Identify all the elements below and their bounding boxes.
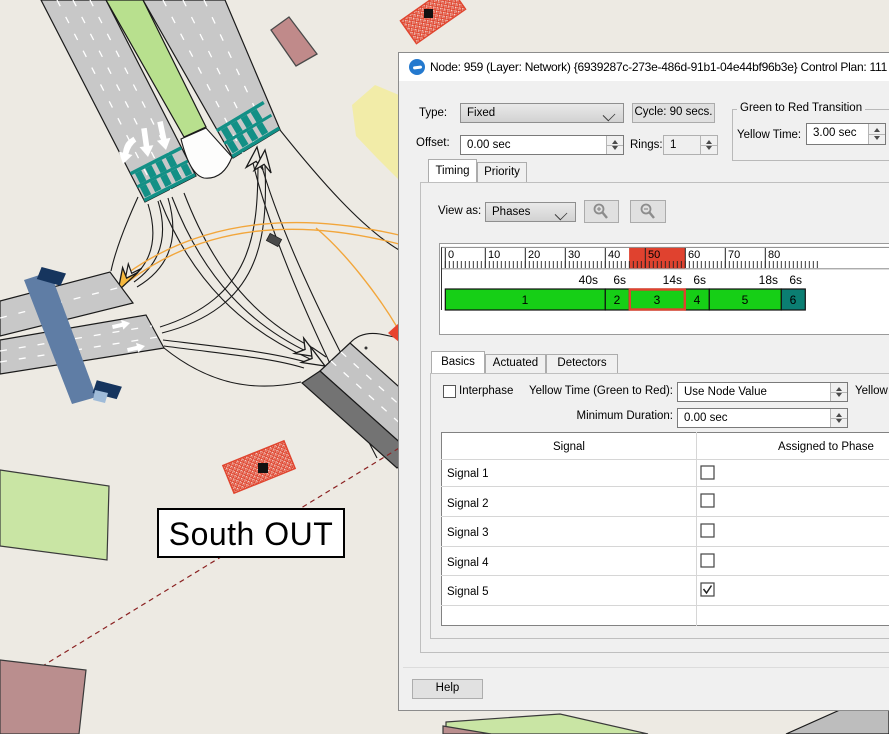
svg-text:Signal 1: Signal 1 (447, 468, 489, 480)
svg-text:10: 10 (488, 249, 500, 261)
svg-text:6s: 6s (789, 273, 802, 287)
svg-text:40: 40 (608, 249, 620, 261)
svg-text:Signal 3: Signal 3 (447, 527, 489, 539)
svg-text:4: 4 (694, 293, 701, 307)
svg-text:South OUT: South OUT (169, 516, 334, 552)
svg-text:80: 80 (768, 249, 780, 261)
svg-text:70: 70 (728, 249, 740, 261)
svg-text:14s: 14s (663, 273, 682, 287)
svg-text:5: 5 (742, 293, 749, 307)
svg-text:6s: 6s (613, 273, 626, 287)
svg-text:Signal 4: Signal 4 (447, 557, 489, 569)
svg-text:2: 2 (614, 293, 621, 307)
svg-text:Signal 2: Signal 2 (447, 498, 489, 510)
svg-text:20: 20 (528, 249, 540, 261)
svg-text:0: 0 (448, 249, 454, 261)
svg-text:60: 60 (688, 249, 700, 261)
svg-text:3: 3 (654, 293, 661, 307)
svg-text:18s: 18s (759, 273, 778, 287)
svg-text:Signal: Signal (553, 441, 585, 453)
svg-text:40s: 40s (579, 273, 598, 287)
svg-text:6: 6 (790, 293, 797, 307)
svg-text:Signal 5: Signal 5 (447, 586, 489, 598)
svg-text:1: 1 (522, 293, 529, 307)
svg-text:6s: 6s (693, 273, 706, 287)
svg-text:50: 50 (648, 249, 660, 261)
svg-text:30: 30 (568, 249, 580, 261)
svg-text:Assigned to Phase: Assigned to Phase (778, 441, 874, 453)
